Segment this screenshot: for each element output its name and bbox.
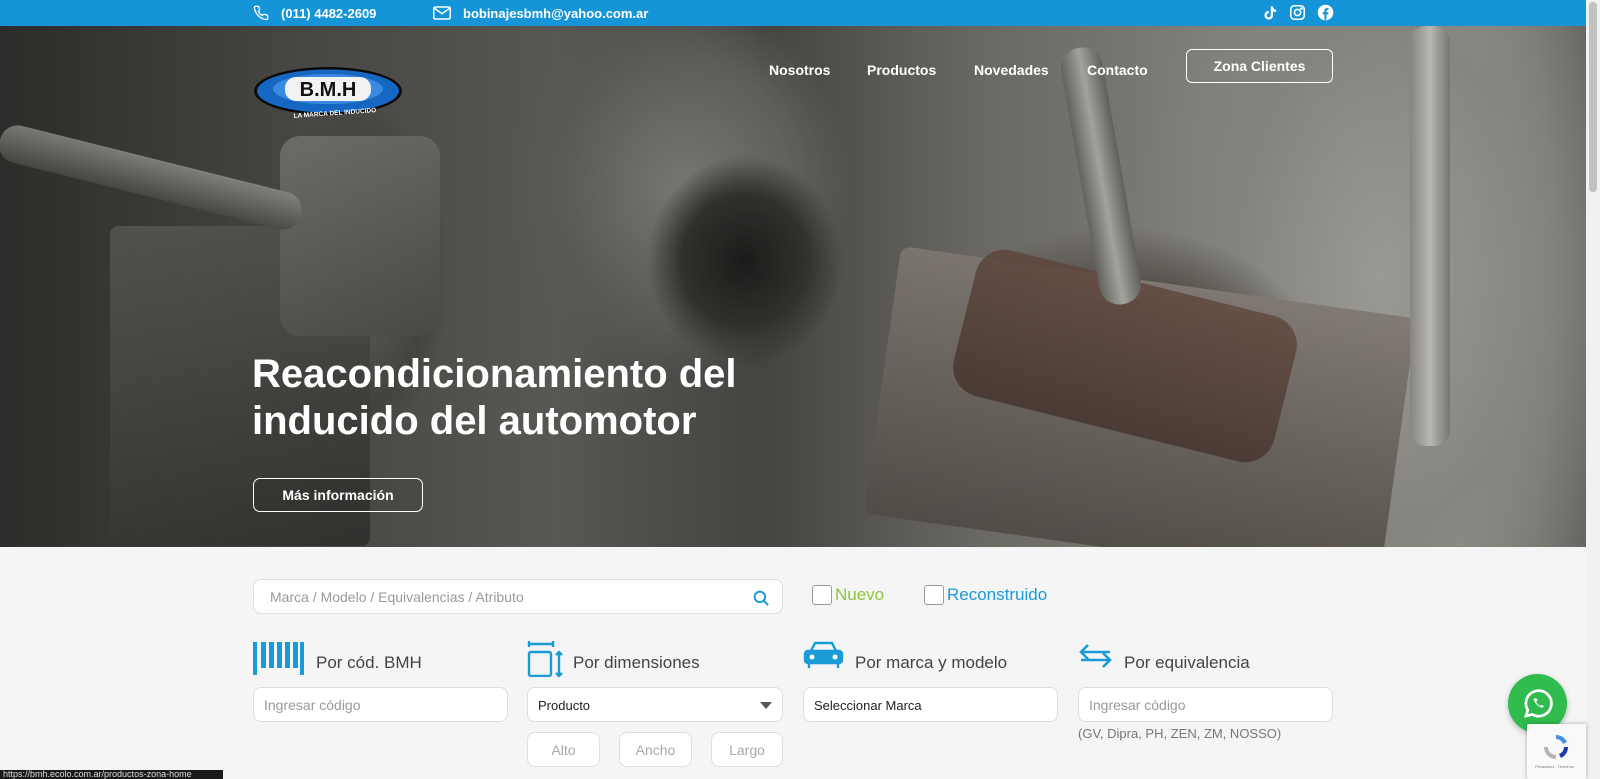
cat-equivalence-title: Por equivalencia	[1124, 653, 1250, 672]
more-info-button[interactable]: Más información	[253, 478, 423, 512]
hero-overlay	[0, 26, 1586, 547]
recaptcha-icon	[1544, 734, 1569, 759]
nuevo-checkbox[interactable]	[812, 585, 832, 605]
cat-dimensions-title: Por dimensiones	[573, 653, 700, 672]
nav-novedades[interactable]: Novedades	[974, 58, 1049, 82]
alto-field	[527, 732, 600, 767]
nuevo-label: Nuevo	[835, 585, 885, 604]
zona-clientes-button[interactable]: Zona Clientes	[1186, 49, 1333, 83]
ancho-field	[619, 732, 692, 767]
page-scrollbar[interactable]	[1586, 0, 1600, 779]
alto-input[interactable]	[528, 733, 599, 766]
largo-input[interactable]	[712, 733, 782, 766]
equivalence-brands-note: (GV, Dipra, PH, ZEN, ZM, NOSSO)	[1078, 726, 1282, 741]
cat-brand-title: Por marca y modelo	[855, 653, 1008, 672]
phone-contact[interactable]: (011) 4482-2609	[253, 0, 376, 26]
facebook-icon[interactable]	[1317, 4, 1334, 21]
search-icon[interactable]	[752, 589, 770, 607]
filter-nuevo[interactable]: Nuevo	[812, 585, 884, 605]
recaptcha-badge[interactable]: Privacidad - Términos	[1527, 724, 1586, 779]
email-contact[interactable]: bobinajesbmh@yahoo.com.ar	[433, 0, 648, 26]
chevron-down-icon	[760, 702, 772, 709]
nav-nosotros[interactable]: Nosotros	[769, 58, 830, 82]
top-bar: (011) 4482-2609 bobinajesbmh@yahoo.com.a…	[0, 0, 1586, 26]
recaptcha-text: Privacidad - Términos	[1535, 764, 1574, 769]
brand-select-value: Seleccionar Marca	[814, 698, 922, 713]
mail-icon	[433, 6, 451, 20]
nav-productos[interactable]: Productos	[867, 58, 936, 82]
phone-icon	[253, 5, 269, 21]
nav-contacto[interactable]: Contacto	[1087, 58, 1148, 82]
search-box	[253, 579, 783, 614]
bmh-code-input[interactable]	[254, 688, 507, 721]
ancho-input[interactable]	[620, 733, 691, 766]
reconstruido-checkbox[interactable]	[924, 585, 944, 605]
equivalence-code-input[interactable]	[1079, 688, 1332, 721]
cat-bmh-title: Por cód. BMH	[316, 653, 422, 672]
hero-title: Reacondicionamiento del inducido del aut…	[252, 352, 737, 443]
bmh-logo[interactable]: B.M.H LA MARCA DEL INDUCIDO	[253, 47, 403, 123]
phone-number: (011) 4482-2609	[281, 5, 377, 21]
whatsapp-icon	[1523, 688, 1553, 718]
car-icon	[803, 641, 844, 668]
brand-select[interactable]: Seleccionar Marca	[803, 687, 1058, 722]
bmh-code-field	[253, 687, 508, 722]
logo-text: B.M.H	[300, 79, 357, 101]
equivalence-code-field	[1078, 687, 1333, 722]
product-select-value: Producto	[538, 698, 591, 713]
reconstruido-label: Reconstruido	[947, 585, 1048, 604]
product-select[interactable]: Producto	[527, 687, 783, 722]
scrollbar-thumb[interactable]	[1589, 2, 1597, 192]
barcode-icon	[253, 642, 304, 675]
browser-status-url: https://bmh.ecolo.com.ar/productos-zona-…	[0, 770, 223, 779]
equivalence-icon	[1079, 644, 1112, 668]
tiktok-icon[interactable]	[1262, 4, 1278, 22]
search-input[interactable]	[270, 580, 740, 613]
instagram-icon[interactable]	[1289, 4, 1306, 21]
filter-reconstruido[interactable]: Reconstruido	[924, 585, 1047, 605]
email-address: bobinajesbmh@yahoo.com.ar	[463, 5, 649, 21]
dimensions-icon	[527, 641, 563, 677]
largo-field	[711, 732, 783, 767]
hero-banner: B.M.H LA MARCA DEL INDUCIDO Nosotros Pro…	[0, 26, 1586, 547]
